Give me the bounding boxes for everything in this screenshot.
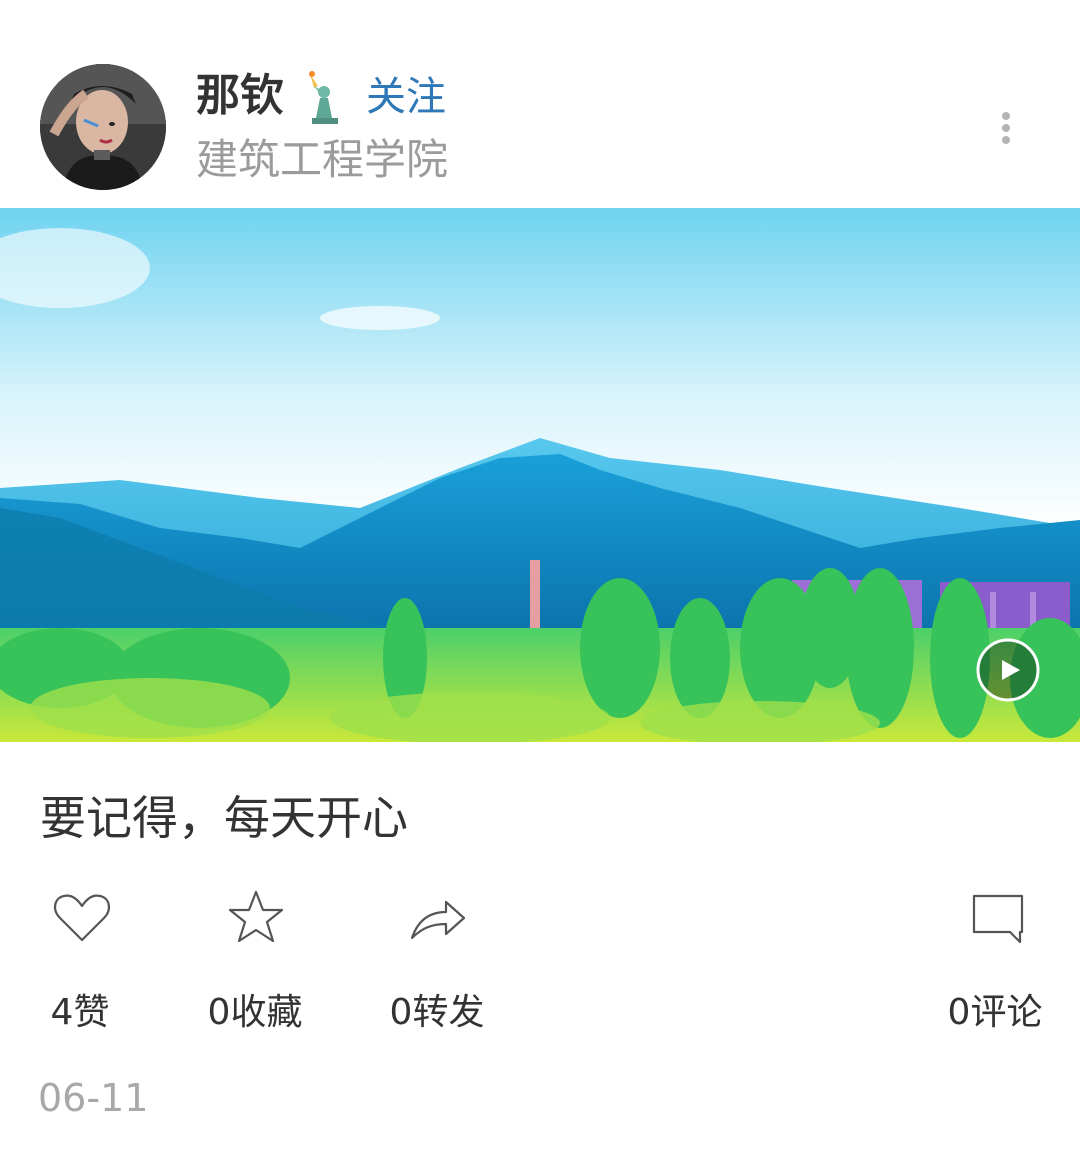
author-name[interactable]: 那钦: [196, 66, 284, 126]
comment-icon[interactable]: [968, 888, 1028, 948]
comment-count[interactable]: 0评论: [915, 990, 1075, 1036]
post-header: 那钦 关注 建筑工程学院: [0, 0, 1080, 208]
post-date: 06-11: [38, 1076, 149, 1120]
author-school: 建筑工程学院: [196, 135, 449, 184]
follow-button[interactable]: 关注: [366, 70, 446, 124]
favorite-icon[interactable]: [226, 888, 286, 948]
statue-of-liberty-icon: [300, 70, 346, 126]
avatar[interactable]: [40, 64, 166, 190]
like-count[interactable]: 4赞: [0, 990, 160, 1036]
play-icon[interactable]: [976, 638, 1040, 702]
favorite-count[interactable]: 0收藏: [175, 990, 335, 1036]
more-options-icon[interactable]: [996, 110, 1016, 150]
post-media[interactable]: [0, 208, 1080, 742]
share-count[interactable]: 0转发: [357, 990, 517, 1036]
share-icon[interactable]: [408, 888, 468, 948]
like-icon[interactable]: [52, 888, 112, 948]
post-caption: 要记得，每天开心: [40, 791, 408, 845]
